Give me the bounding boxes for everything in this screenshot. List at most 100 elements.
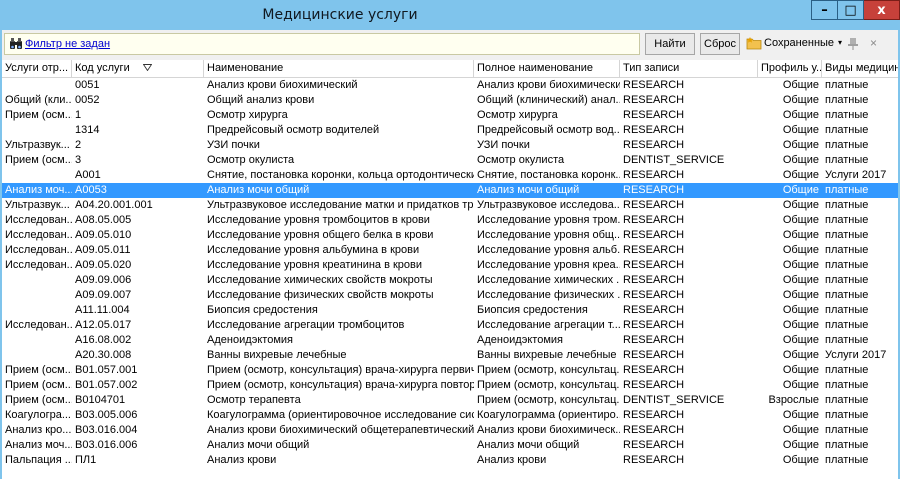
cell-profile: Общие xyxy=(782,199,819,211)
cell-name: Анализ крови xyxy=(207,454,277,466)
cell-name: Прием (осмотр, консультация) врача-хирур… xyxy=(207,364,474,376)
table-row[interactable]: Прием (осм... 1 Осмотр хирурга Осмотр хирур… xyxy=(2,108,898,123)
cell-code: B03.016.006 xyxy=(75,439,138,451)
cell-full-name: Биопсия средостения xyxy=(477,304,588,316)
cell-care-type: платные xyxy=(825,409,869,421)
cell-services: Исследован... xyxy=(5,259,72,271)
table-row[interactable]: Пальпация ... ПЛ1 Анализ крови Анализ крови… xyxy=(2,453,898,468)
column-header-care-type[interactable]: Виды медицинс xyxy=(822,60,898,77)
cell-name: Биопсия средостения xyxy=(207,304,318,316)
cell-profile: Общие xyxy=(782,244,819,256)
table-row[interactable]: Коагулогра... B03.005.006 Коагулограмма (о… xyxy=(2,408,898,423)
cell-full-name: Аденоидэктомия xyxy=(477,334,563,346)
cell-code: A11.11.004 xyxy=(75,304,130,316)
cell-name: Исследование агрегации тромбоцитов xyxy=(207,319,405,331)
clear-saved-icon[interactable]: × xyxy=(870,33,877,53)
cell-name: Ванны вихревые лечебные xyxy=(207,349,347,361)
cell-record-type: RESEARCH xyxy=(623,94,685,106)
column-header-name[interactable]: Наименование xyxy=(204,60,474,77)
table-row[interactable]: 1314 Предрейсовый осмотр водителей Предрей… xyxy=(2,123,898,138)
table-row[interactable]: Общий (кли... 0052 Общий анализ крови Общий… xyxy=(2,93,898,108)
table-row[interactable]: Исследован... A09.05.011 Исследование уров… xyxy=(2,243,898,258)
table-row[interactable]: A09.09.006 Исследование химических свойст… xyxy=(2,273,898,288)
table-row[interactable]: Исследован... A09.05.010 Исследование уров… xyxy=(2,228,898,243)
cell-care-type: Услуги 2017 xyxy=(825,349,887,361)
pin-icon[interactable] xyxy=(846,37,860,51)
column-header-code[interactable]: Код услуги xyxy=(72,60,204,77)
cell-full-name: Предрейсовый осмотр вод... xyxy=(477,124,620,136)
cell-full-name: Анализ крови биохимическ... xyxy=(477,424,620,436)
table-row[interactable]: A09.09.007 Исследование физических свойст… xyxy=(2,288,898,303)
cell-record-type: RESEARCH xyxy=(623,79,685,91)
cell-code: B01.057.002 xyxy=(75,379,138,391)
folder-star-icon xyxy=(746,37,762,50)
cell-full-name: Ванны вихревые лечебные xyxy=(477,349,617,361)
table-row[interactable]: Прием (осм... B01.057.002 Прием (осмотр, к… xyxy=(2,378,898,393)
filter-bar[interactable]: Фильтр не задан xyxy=(4,33,640,55)
services-table: Услуги отр... Код услуги Наименование По… xyxy=(2,60,898,479)
cell-full-name: Прием (осмотр, консультац... xyxy=(477,394,620,406)
cell-services xyxy=(2,273,72,288)
table-row[interactable]: A20.30.008 Ванны вихревые лечебные Ванны в… xyxy=(2,348,898,363)
cell-profile: Общие xyxy=(782,364,819,376)
cell-services xyxy=(2,168,72,183)
cell-profile: Общие xyxy=(782,124,819,136)
table-row[interactable]: Прием (осм... B01.057.001 Прием (осмотр, к… xyxy=(2,363,898,378)
cell-full-name: Анализ крови xyxy=(477,454,547,466)
cell-care-type: платные xyxy=(825,124,869,136)
cell-full-name: Анализ мочи общий xyxy=(477,184,580,196)
table-row[interactable]: Ультразвук... 2 УЗИ почки УЗИ почки RESEARCH… xyxy=(2,138,898,153)
cell-full-name: Прием (осмотр, консультац... xyxy=(477,364,620,376)
cell-services: Анализ моч... xyxy=(5,439,72,451)
cell-care-type: платные xyxy=(825,274,869,286)
table-row[interactable]: A001 Снятие, постановка коронки, кольца о… xyxy=(2,168,898,183)
table-row[interactable]: A11.11.004 Биопсия средостения Биопсия сре… xyxy=(2,303,898,318)
table-row[interactable]: Исследован... A12.05.017 Исследование агре… xyxy=(2,318,898,333)
column-header-services[interactable]: Услуги отр... xyxy=(2,60,72,77)
cell-record-type: DENTIST_SERVICE xyxy=(623,154,725,166)
cell-record-type: RESEARCH xyxy=(623,139,685,151)
cell-code: 0052 xyxy=(75,94,100,106)
cell-name: Прием (осмотр, консультация) врача-хирур… xyxy=(207,379,474,391)
cell-profile: Общие xyxy=(782,319,819,331)
column-header-profile[interactable]: Профиль у... xyxy=(758,60,822,77)
table-row[interactable]: Прием (осм... 3 Осмотр окулиста Осмотр окул… xyxy=(2,153,898,168)
cell-care-type: платные xyxy=(825,334,869,346)
table-header: Услуги отр... Код услуги Наименование По… xyxy=(2,60,898,78)
cell-profile: Общие xyxy=(782,349,819,361)
table-row[interactable]: Ультразвук... A04.20.001.001 Ультразвуково… xyxy=(2,198,898,213)
cell-full-name: Исследование физических ... xyxy=(477,289,620,301)
table-row[interactable]: Исследован... A08.05.005 Исследование уров… xyxy=(2,213,898,228)
table-row[interactable]: A16.08.002 Аденоидэктомия Аденоидэктомия RE… xyxy=(2,333,898,348)
table-row[interactable]: 0051 Анализ крови биохимический Анализ кро… xyxy=(2,78,898,93)
cell-services: Прием (осм... xyxy=(5,364,72,376)
cell-code: 3 xyxy=(75,154,82,166)
table-row[interactable]: Прием (осм... B0104701 Осмотр терапевта При… xyxy=(2,393,898,408)
cell-care-type: платные xyxy=(825,139,869,151)
cell-care-type: платные xyxy=(825,319,869,331)
cell-profile: Общие xyxy=(782,424,819,436)
cell-code: A09.05.020 xyxy=(75,259,132,271)
table-row[interactable]: Исследован... A09.05.020 Исследование уров… xyxy=(2,258,898,273)
close-button[interactable]: x xyxy=(864,0,900,20)
table-row[interactable]: Анализ кро... B03.016.004 Анализ крови био… xyxy=(2,423,898,438)
cell-services: Пальпация ... xyxy=(5,454,72,466)
cell-profile: Общие xyxy=(782,94,819,106)
find-button[interactable]: Найти xyxy=(645,33,695,55)
filter-link[interactable]: Фильтр не задан xyxy=(25,38,110,50)
maximize-button[interactable]: □ xyxy=(838,0,864,20)
column-header-record-type[interactable]: Тип записи xyxy=(620,60,758,77)
cell-code: B03.016.004 xyxy=(75,424,138,436)
cell-services: Ультразвук... xyxy=(5,199,70,211)
column-header-full-name[interactable]: Полное наименование xyxy=(474,60,620,77)
minimize-button[interactable]: – xyxy=(811,0,838,20)
cell-code: 2 xyxy=(75,139,82,151)
table-row[interactable]: Анализ моч... B03.016.006 Анализ мочи общи… xyxy=(2,438,898,453)
cell-name: Анализ мочи общий xyxy=(207,184,310,196)
table-row[interactable]: Анализ моч... A0053 Анализ мочи общий Анали… xyxy=(2,183,898,198)
cell-care-type: платные xyxy=(825,454,869,466)
cell-care-type: платные xyxy=(825,109,869,121)
cell-name: Осмотр терапевта xyxy=(207,394,301,406)
reset-button[interactable]: Сброс xyxy=(700,33,740,55)
window-title: Медицинские услуги xyxy=(262,7,418,23)
